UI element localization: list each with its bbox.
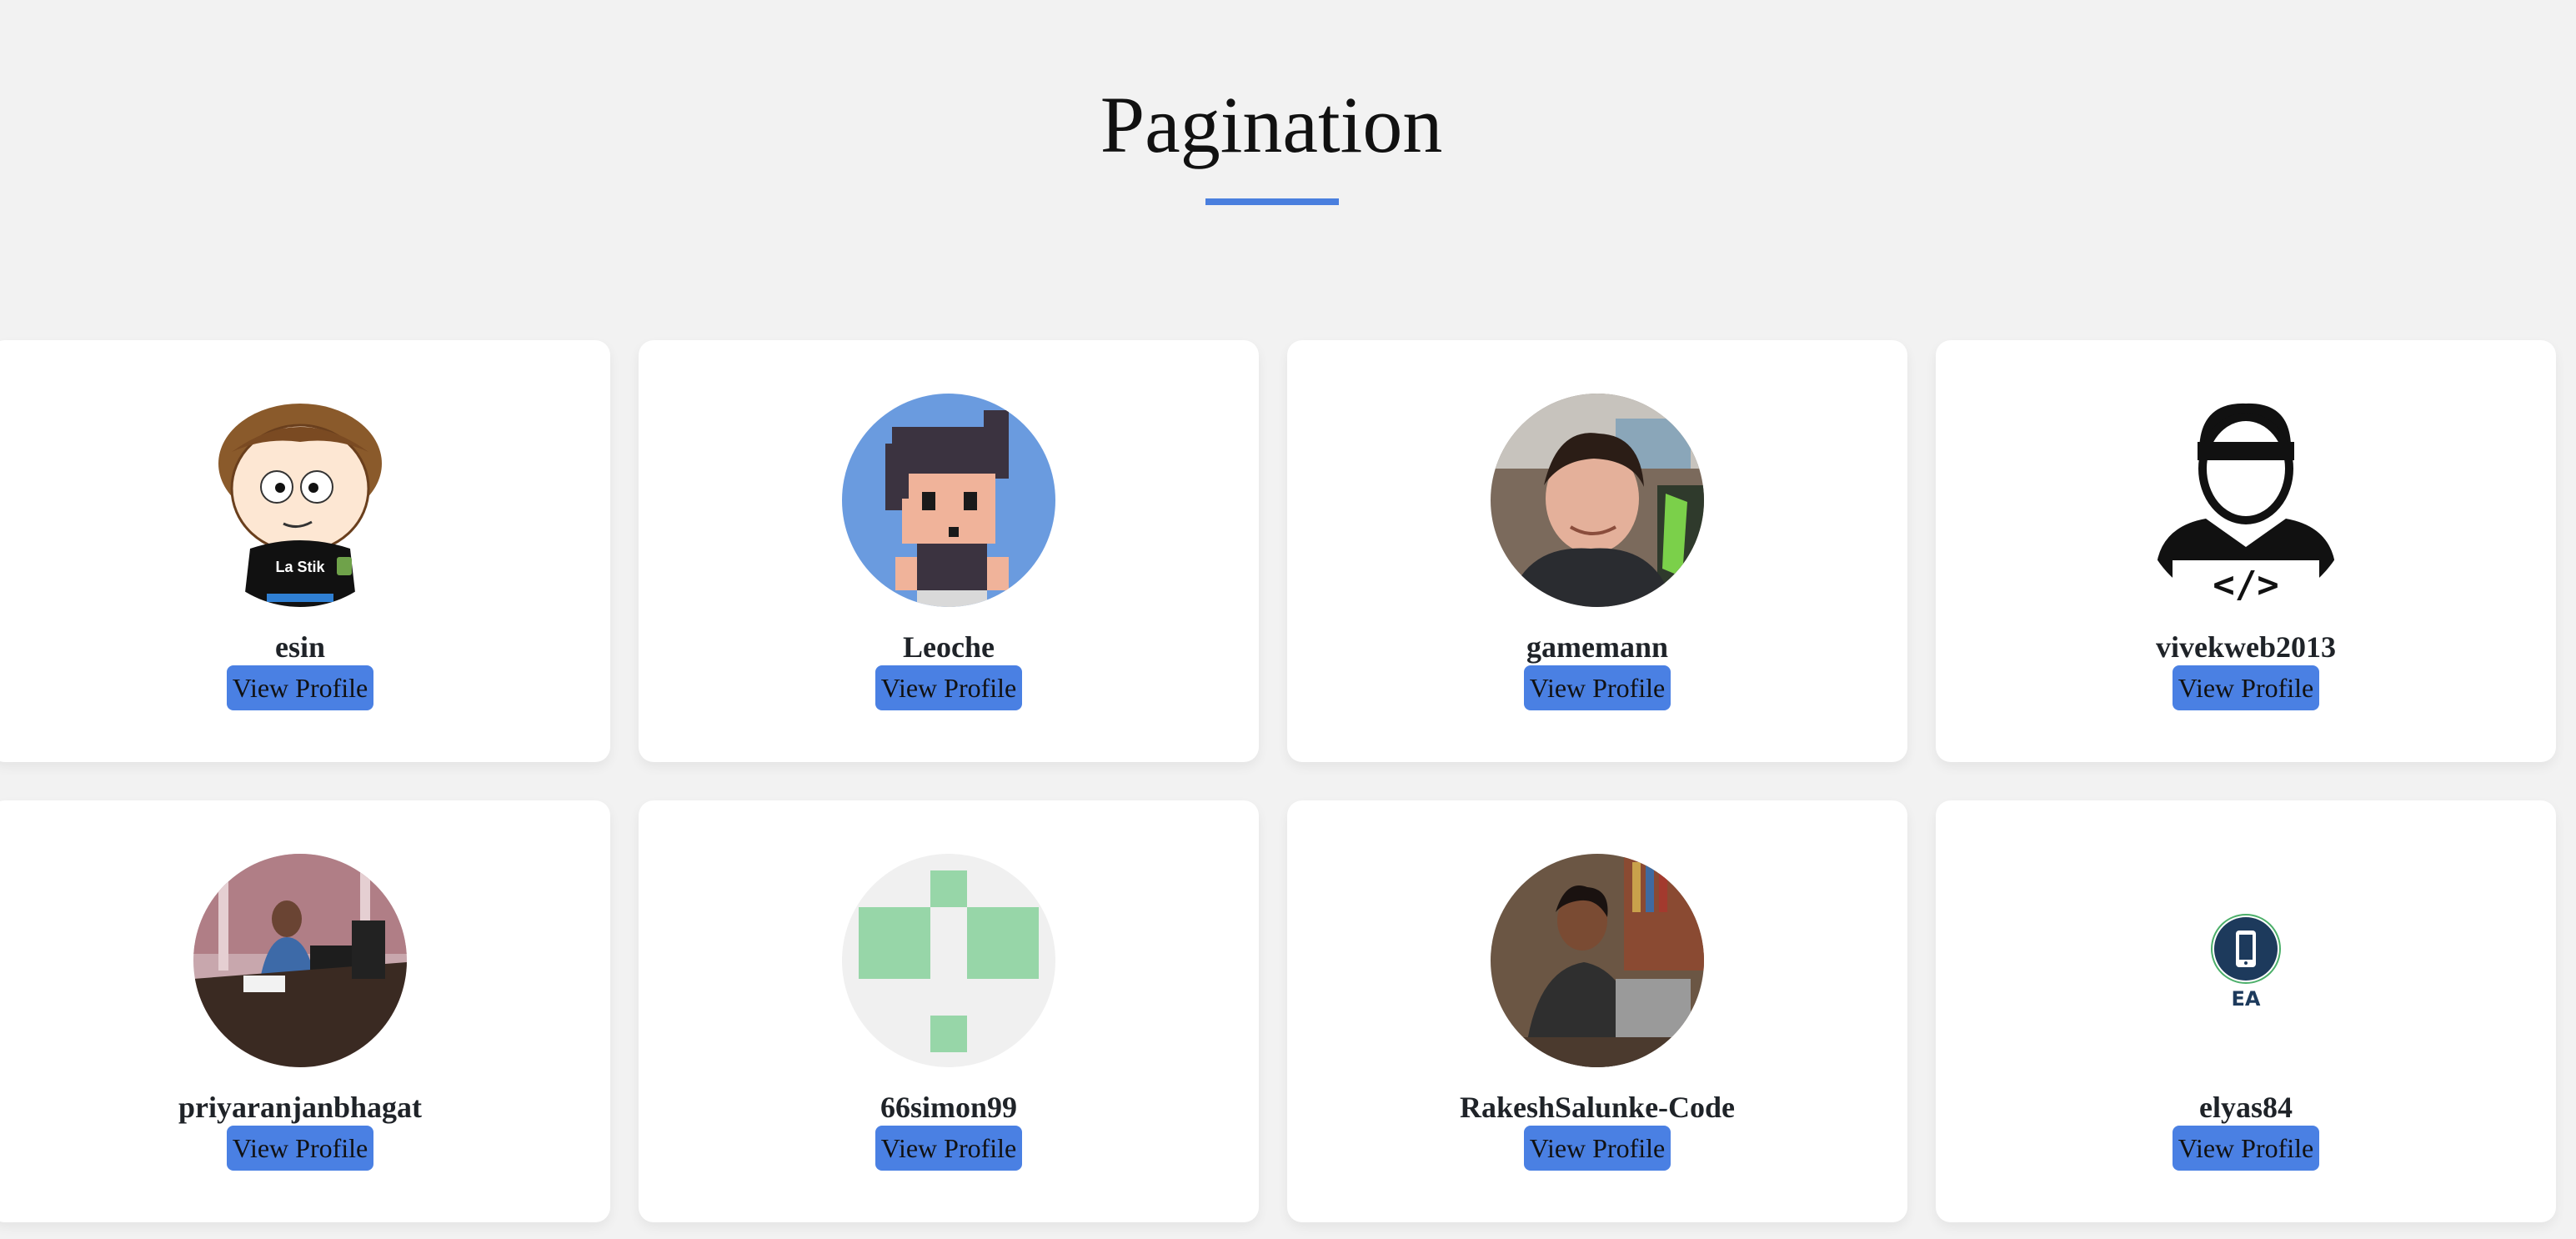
profile-card: EA elyas84 View Profile (1936, 800, 2556, 1222)
laptop-photo-avatar (1491, 854, 1704, 1067)
profile-username: gamemann (1526, 630, 1668, 664)
profile-username: esin (274, 630, 325, 664)
profile-card: gamemann View Profile (1287, 340, 1907, 762)
profile-username: elyas84 (2199, 1091, 2293, 1124)
profile-card: </> vivekweb2013 View Profile (1936, 340, 2556, 762)
title-underline (1205, 198, 1339, 205)
profile-username: RakeshSalunke-Code (1459, 1091, 1736, 1124)
page-title: Pagination (1100, 80, 1443, 169)
cartoon-avatar-icon: La Stik (193, 394, 407, 607)
identicon-avatar (842, 854, 1055, 1067)
view-profile-button[interactable]: View Profile (227, 665, 373, 710)
pixel-character-avatar-icon (842, 394, 1055, 607)
profile-username: 66simon99 (880, 1091, 1018, 1124)
view-profile-button[interactable]: View Profile (1524, 665, 1671, 710)
view-profile-button[interactable]: View Profile (1524, 1126, 1671, 1171)
view-profile-button[interactable]: View Profile (875, 665, 1022, 710)
profile-card: Leoche View Profile (639, 340, 1259, 762)
svg-text:</>: </> (2213, 564, 2278, 606)
view-profile-button[interactable]: View Profile (2173, 1126, 2319, 1171)
avatar-shirt-text: La Stik (275, 559, 325, 575)
profile-username: Leoche (903, 630, 995, 664)
phone-logo-avatar: EA (2139, 854, 2353, 1067)
view-profile-button[interactable]: View Profile (227, 1126, 373, 1171)
view-profile-button[interactable]: View Profile (875, 1126, 1022, 1171)
profile-card: 66simon99 View Profile (639, 800, 1259, 1222)
profile-card: priyaranjanbhagat View Profile (0, 800, 610, 1222)
profile-card: RakeshSalunke-Code View Profile (1287, 800, 1907, 1222)
profile-username: vivekweb2013 (2156, 630, 2336, 664)
profile-card: La Stik esin View Profile (0, 340, 610, 762)
profile-username: priyaranjanbhagat (178, 1091, 423, 1124)
avatar-logo-text: EA (2232, 987, 2261, 1011)
user-photo-avatar (1491, 394, 1704, 607)
office-photo-avatar (193, 854, 407, 1067)
developer-silhouette-icon: </> (2139, 394, 2353, 607)
view-profile-button[interactable]: View Profile (2173, 665, 2319, 710)
